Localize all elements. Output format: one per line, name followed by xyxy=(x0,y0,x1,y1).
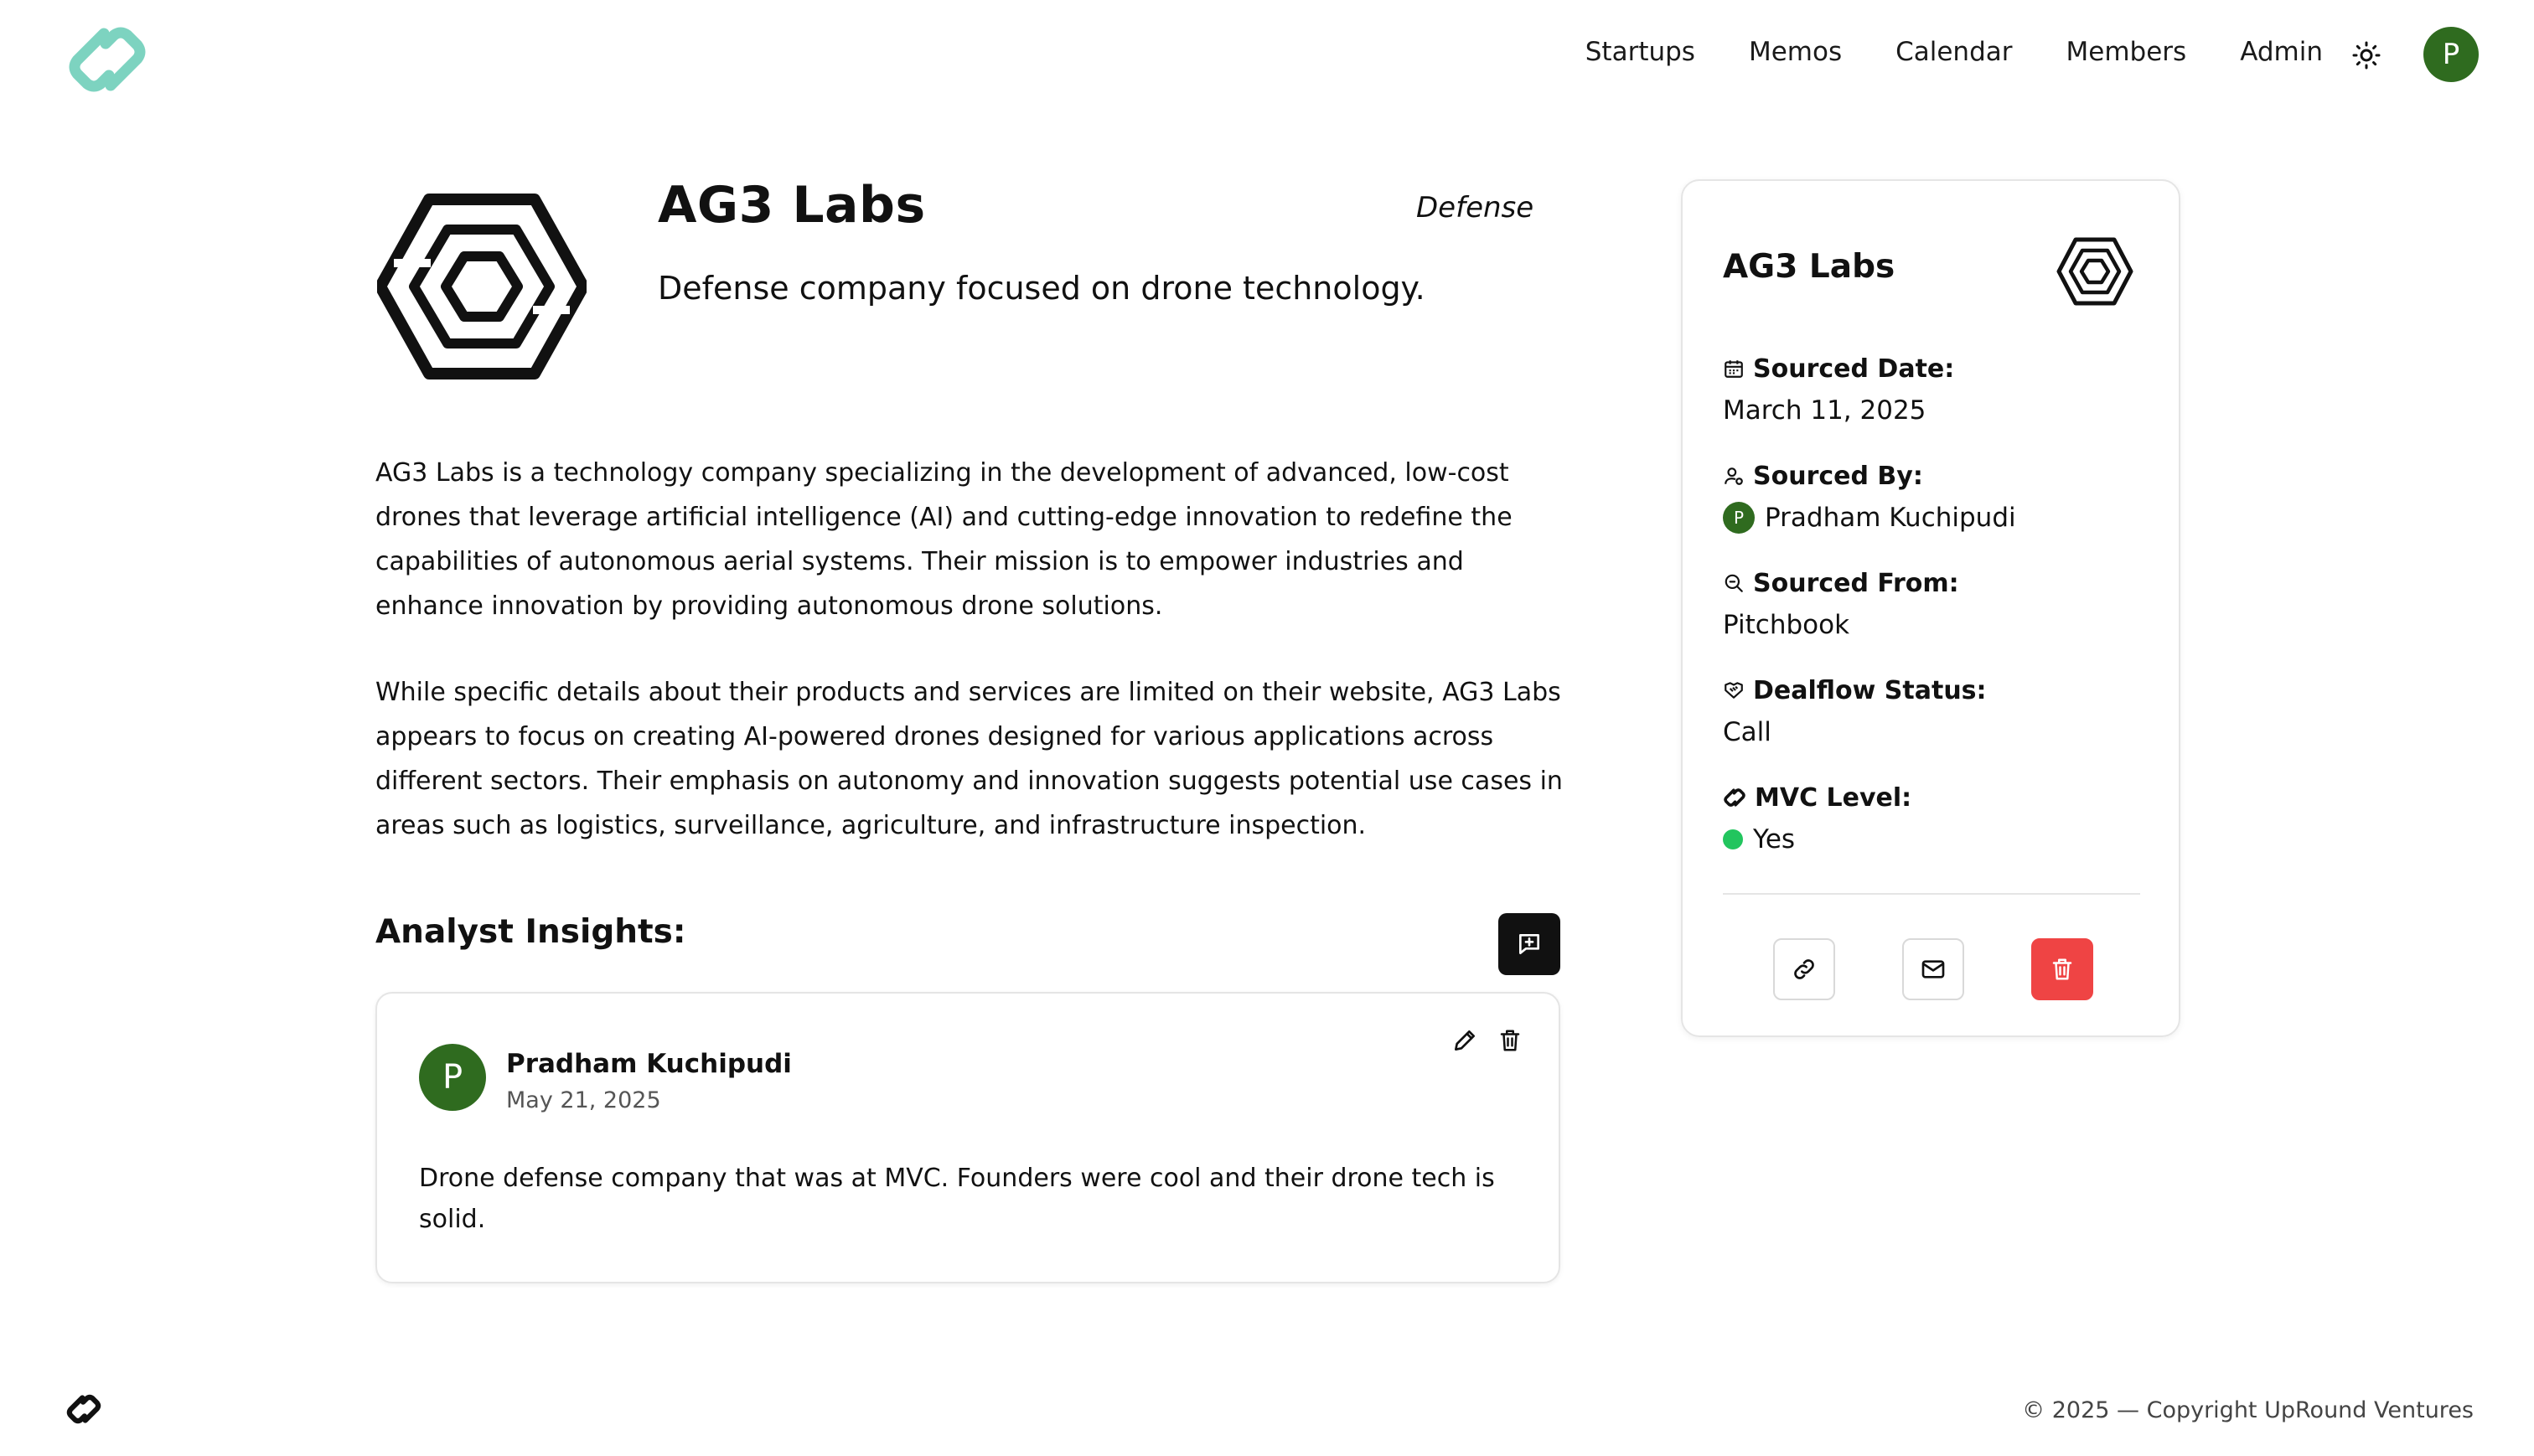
insights-heading: Analyst Insights: xyxy=(375,913,686,951)
sourced-from-field: Sourced From: Pitchbook xyxy=(1723,566,1959,643)
nav-admin[interactable]: Admin xyxy=(2240,37,2323,67)
user-icon xyxy=(1725,467,1743,485)
nav-memos[interactable]: Memos xyxy=(1749,37,1842,67)
sourced-date-field: Sourced Date: March 11, 2025 xyxy=(1723,352,1954,429)
card-company-logo xyxy=(2056,237,2133,306)
field-value: Yes xyxy=(1753,824,1796,854)
brand-logo-icon[interactable] xyxy=(65,25,149,94)
nav-members[interactable]: Members xyxy=(2066,37,2187,67)
handshake-icon xyxy=(1725,682,1743,699)
field-value: Call xyxy=(1723,717,1771,747)
delete-startup-button[interactable] xyxy=(2031,938,2093,1000)
pencil-icon xyxy=(1455,1030,1475,1051)
company-summary-card: AG3 Labs Sourced Date: March 11, 2025 So… xyxy=(1681,179,2180,1037)
company-logo xyxy=(377,194,587,379)
mail-icon xyxy=(1921,960,1945,978)
trash-icon xyxy=(1500,1030,1520,1051)
company-name: AG3 Labs xyxy=(658,176,926,235)
link-logo-icon xyxy=(1724,788,1745,807)
trash-icon xyxy=(2052,958,2072,980)
mvc-level-field: MVC Level: Yes xyxy=(1723,781,1911,858)
field-label: Sourced Date: xyxy=(1753,354,1955,384)
field-value: March 11, 2025 xyxy=(1723,395,1926,426)
field-value: Pradham Kuchipudi xyxy=(1765,503,2016,533)
field-label: MVC Level: xyxy=(1755,782,1912,813)
insight-author: Pradham Kuchipudi xyxy=(506,1049,792,1079)
company-tagline: Defense company focused on drone technol… xyxy=(658,270,1425,307)
link-icon xyxy=(1794,959,1814,979)
description-paragraph: AG3 Labs is a technology company special… xyxy=(375,458,1513,621)
copy-link-button[interactable] xyxy=(1773,938,1835,1000)
user-avatar[interactable]: P xyxy=(2423,27,2479,82)
field-value: Pitchbook xyxy=(1723,610,1850,640)
sourced-by-field: Sourced By: P Pradham Kuchipudi xyxy=(1723,459,2016,536)
search-icon xyxy=(1725,574,1743,592)
insight-card: P Pradham Kuchipudi May 21, 2025 Drone d… xyxy=(375,992,1560,1283)
main-nav: Startups Memos Calendar Members Admin xyxy=(1585,37,2323,67)
sun-icon xyxy=(2352,41,2381,70)
field-label: Sourced From: xyxy=(1753,568,1959,598)
field-label: Sourced By: xyxy=(1753,461,1923,491)
nav-startups[interactable]: Startups xyxy=(1585,37,1695,67)
insight-text: Drone defense company that was at MVC. F… xyxy=(419,1164,1495,1234)
card-company-name: AG3 Labs xyxy=(1723,248,1895,286)
dealflow-status-field: Dealflow Status: Call xyxy=(1723,674,1987,751)
divider xyxy=(1723,893,2140,895)
footer-logo-icon xyxy=(66,1394,101,1424)
add-comment-icon xyxy=(1519,934,1539,954)
insight-date: May 21, 2025 xyxy=(506,1087,661,1113)
add-insight-button[interactable] xyxy=(1498,913,1560,975)
email-button[interactable] xyxy=(1902,938,1964,1000)
author-avatar: P xyxy=(419,1044,486,1111)
sourcer-avatar: P xyxy=(1723,502,1755,534)
status-dot xyxy=(1723,829,1743,849)
header: Startups Memos Calendar Members Admin P xyxy=(0,0,2534,117)
field-label: Dealflow Status: xyxy=(1753,675,1987,705)
edit-insight-button[interactable] xyxy=(1448,1024,1482,1057)
copyright-text: © 2025 — Copyright UpRound Ventures xyxy=(2022,1397,2474,1423)
sector-tag: Defense xyxy=(1416,191,1534,225)
theme-toggle-button[interactable] xyxy=(2348,37,2385,74)
calendar-icon xyxy=(1725,360,1743,378)
delete-insight-button[interactable] xyxy=(1493,1024,1527,1057)
description-paragraph: While specific details about their produ… xyxy=(375,678,1563,840)
nav-calendar[interactable]: Calendar xyxy=(1895,37,2012,67)
